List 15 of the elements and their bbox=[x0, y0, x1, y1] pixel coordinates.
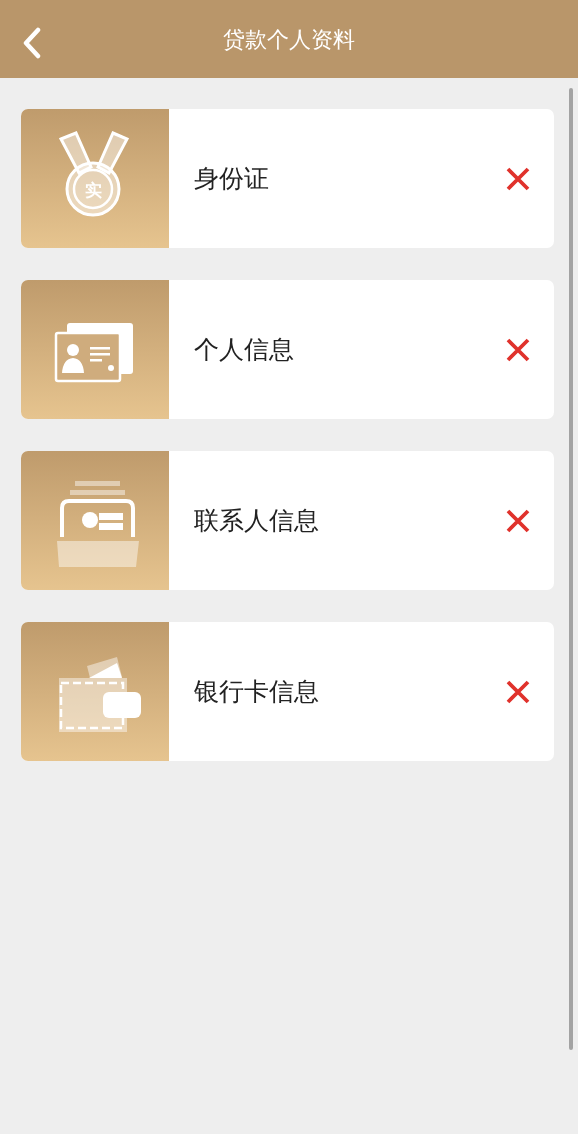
medal-icon bbox=[58, 131, 130, 217]
document-item[interactable]: 银行卡信息 bbox=[21, 622, 554, 761]
document-item[interactable]: 实 身份证 bbox=[21, 109, 554, 248]
document-item[interactable]: 个人信息 bbox=[21, 280, 554, 419]
item-label: 联系人信息 bbox=[193, 504, 320, 537]
medal-text: 实 bbox=[84, 180, 102, 200]
back-icon[interactable] bbox=[22, 27, 42, 59]
item-label: 身份证 bbox=[193, 162, 270, 195]
contact-file-icon bbox=[57, 481, 139, 567]
item-label: 个人信息 bbox=[193, 333, 295, 366]
item-label: 银行卡信息 bbox=[193, 675, 320, 708]
document-item[interactable]: 联系人信息 bbox=[21, 451, 554, 590]
page-title: 贷款个人资料 bbox=[223, 25, 355, 54]
wallet-icon bbox=[59, 657, 141, 732]
id-card-icon bbox=[54, 323, 133, 383]
